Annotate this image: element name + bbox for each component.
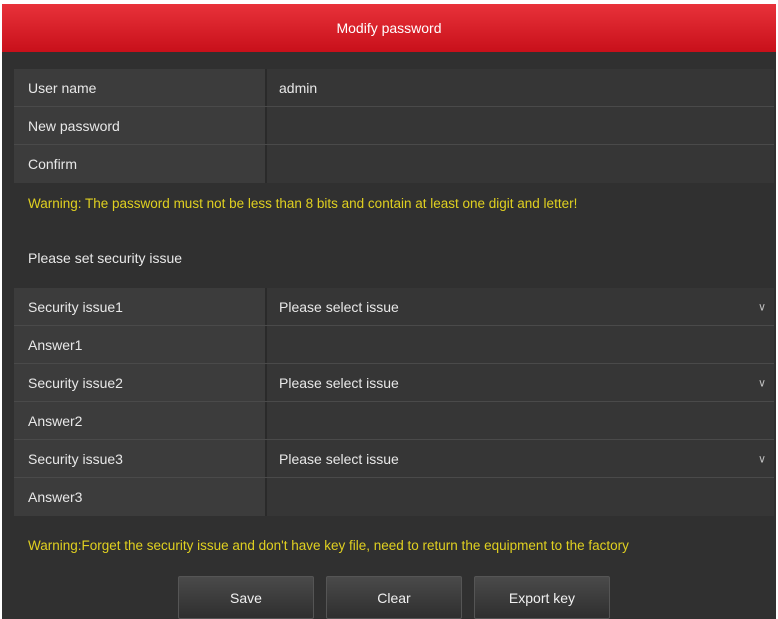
security-issue-select[interactable]: Please select issue ∨ (267, 288, 774, 325)
answer-row-3: Answer3 (14, 478, 774, 516)
modify-password-dialog: Modify password User name admin New pass… (2, 4, 776, 619)
clear-button[interactable]: Clear (326, 576, 462, 619)
security-issue-select[interactable]: Please select issue ∨ (267, 364, 774, 401)
security-issue-label: Security issue3 (14, 440, 267, 477)
password-warning: Warning: The password must not be less t… (28, 196, 578, 211)
chevron-down-icon[interactable]: ∨ (758, 300, 766, 313)
security-issue-value: Please select issue (279, 298, 399, 315)
answer-row-1: Answer1 (14, 326, 774, 364)
answer-input-1[interactable] (279, 326, 774, 363)
save-button[interactable]: Save (178, 576, 314, 619)
username-value: admin (267, 69, 774, 106)
security-heading: Please set security issue (28, 250, 183, 266)
chevron-down-icon[interactable]: ∨ (758, 452, 766, 465)
security-panel: Security issue1 Please select issue ∨ An… (14, 288, 774, 516)
new-password-row: New password (14, 107, 774, 145)
confirm-password-input[interactable] (279, 145, 774, 183)
answer-input-3[interactable] (279, 478, 774, 516)
new-password-input[interactable] (279, 107, 774, 144)
chevron-down-icon[interactable]: ∨ (758, 376, 766, 389)
account-panel: User name admin New password Confirm (14, 69, 774, 183)
confirm-label: Confirm (14, 145, 267, 183)
answer-input-2[interactable] (279, 402, 774, 439)
export-key-button[interactable]: Export key (474, 576, 610, 619)
security-issue-row-3: Security issue3 Please select issue ∨ (14, 440, 774, 478)
security-issue-row-1: Security issue1 Please select issue ∨ (14, 288, 774, 326)
answer-row-2: Answer2 (14, 402, 774, 440)
security-issue-value: Please select issue (279, 450, 399, 467)
security-issue-select[interactable]: Please select issue ∨ (267, 440, 774, 477)
username-row: User name admin (14, 69, 774, 107)
answer-label: Answer2 (14, 402, 267, 439)
dialog-title: Modify password (2, 4, 776, 52)
security-issue-value: Please select issue (279, 374, 399, 391)
security-warning: Warning:Forget the security issue and do… (28, 538, 629, 553)
button-bar: Save Clear Export key (178, 576, 610, 619)
username-label: User name (14, 69, 267, 106)
answer-label: Answer1 (14, 326, 267, 363)
security-issue-label: Security issue2 (14, 364, 267, 401)
confirm-row: Confirm (14, 145, 774, 183)
security-issue-row-2: Security issue2 Please select issue ∨ (14, 364, 774, 402)
answer-label: Answer3 (14, 478, 267, 516)
new-password-label: New password (14, 107, 267, 144)
security-issue-label: Security issue1 (14, 288, 267, 325)
